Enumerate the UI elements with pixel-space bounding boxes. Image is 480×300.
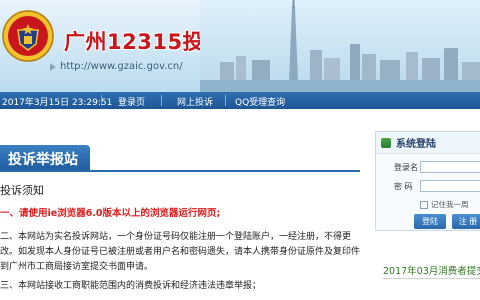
nav-item-online-complaint[interactable]: 网上投诉 — [177, 95, 213, 108]
nav-item-qq-query[interactable]: QQ受理查询 — [235, 95, 285, 108]
report-divider — [383, 278, 480, 279]
login-button[interactable]: 登陆 — [414, 214, 446, 229]
remember-label: 记住我一周 — [431, 200, 469, 209]
main-content: 投诉举报站 投诉须知 一、请使用ie浏览器6.0版本以上的浏览器运行网页; 二、… — [0, 109, 370, 300]
username-input[interactable] — [420, 161, 480, 173]
remember-me[interactable]: 记住我一周 — [420, 199, 469, 210]
section-tab: 投诉举报站 — [0, 145, 90, 171]
notice-paragraph: 三、本网站接收工商职能范围内的消费投诉和经济违法违章举报； — [0, 281, 262, 291]
city-skyline-image — [200, 0, 480, 92]
login-header: 系统登陆 — [376, 132, 480, 154]
nav-separator — [101, 95, 102, 106]
current-datetime: 2017年3月15日 23:29:51 — [2, 98, 113, 108]
site-banner: 广州12315投诉举报站 http://www.gzaic.gov.cn/ — [0, 0, 480, 92]
username-label: 登录名 — [394, 163, 418, 172]
nav-separator — [161, 95, 162, 106]
right-sidebar: 系统登陆 登录名 密 码 记住我一周 登陆 注 册 2017年03月消费者提交 — [375, 131, 480, 300]
section-divider — [0, 170, 360, 172]
emblem-icon — [2, 10, 54, 62]
notice-title: 投诉须知 — [0, 184, 44, 197]
login-title: 系统登陆 — [396, 139, 436, 150]
notice-paragraph: 二、本网站为实名投诉网站，一个身份证号码仅能注册一个登陆账户，一经注册，不得更改… — [0, 232, 361, 272]
password-input[interactable] — [420, 180, 480, 192]
password-label: 密 码 — [394, 182, 413, 191]
arrow-icon — [50, 62, 56, 71]
nav-separator — [225, 95, 226, 106]
top-navbar: 2017年3月15日 23:29:51 登录页 网上投诉 QQ受理查询 — [0, 92, 480, 109]
site-url[interactable]: http://www.gzaic.gov.cn/ — [50, 61, 183, 72]
remember-checkbox[interactable] — [420, 200, 428, 209]
page: 广州12315投诉举报站 http://www.gzaic.gov.cn/ 20… — [0, 0, 480, 300]
consumer-report-link[interactable]: 2017年03月消费者提交 — [383, 263, 480, 277]
nav-item-login-page[interactable]: 登录页 — [118, 95, 145, 108]
browser-warning: 一、请使用ie浏览器6.0版本以上的浏览器运行网页; — [0, 208, 221, 219]
login-panel: 系统登陆 登录名 密 码 记住我一周 登陆 注 册 — [375, 131, 480, 231]
login-icon — [381, 137, 391, 148]
site-url-text: http://www.gzaic.gov.cn/ — [60, 61, 183, 72]
register-button[interactable]: 注 册 — [452, 214, 480, 229]
